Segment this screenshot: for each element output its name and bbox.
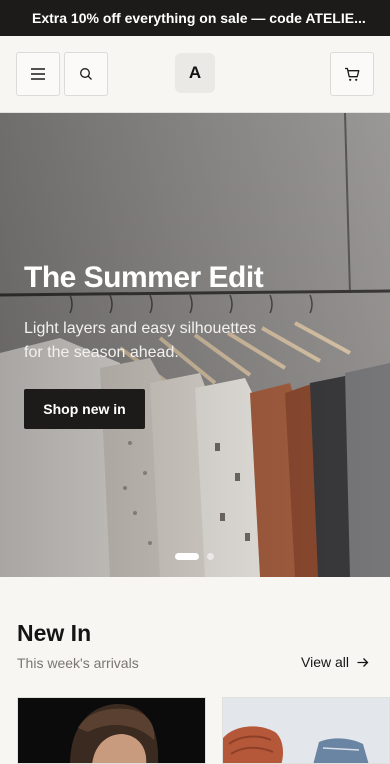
carousel-dots xyxy=(175,553,214,560)
hero-subtitle: Light layers and easy silhouettes for th… xyxy=(24,320,257,361)
cart-button[interactable] xyxy=(330,52,374,96)
section-title: New In xyxy=(17,620,92,646)
carousel-dot-2[interactable] xyxy=(207,553,214,560)
arrow-right-icon xyxy=(357,657,369,667)
menu-button[interactable] xyxy=(16,52,60,96)
cart-icon xyxy=(345,67,360,81)
view-all-link[interactable]: View all xyxy=(301,654,369,670)
promo-text: Extra 10% off everything on sale — code … xyxy=(32,10,366,26)
product-card[interactable] xyxy=(17,697,206,764)
shop-new-in-button[interactable]: Shop new in xyxy=(24,389,145,429)
new-in-section: New In This week's arrivals View all xyxy=(0,577,390,764)
site-header: A xyxy=(0,36,390,113)
search-icon xyxy=(80,68,92,80)
product-image xyxy=(223,698,389,763)
product-card[interactable] xyxy=(222,697,390,764)
promo-banner[interactable]: Extra 10% off everything on sale — code … xyxy=(0,0,390,36)
section-subtitle: This week's arrivals xyxy=(17,655,139,671)
search-button[interactable] xyxy=(64,52,108,96)
hero-carousel[interactable]: The Summer Edit Light layers and easy si… xyxy=(0,113,390,577)
carousel-dot-1[interactable] xyxy=(175,553,199,560)
view-all-label: View all xyxy=(301,654,349,670)
menu-icon xyxy=(31,68,45,80)
product-image xyxy=(18,698,205,763)
hero-title: The Summer Edit xyxy=(24,261,264,294)
brand-logo[interactable]: A xyxy=(175,53,215,93)
